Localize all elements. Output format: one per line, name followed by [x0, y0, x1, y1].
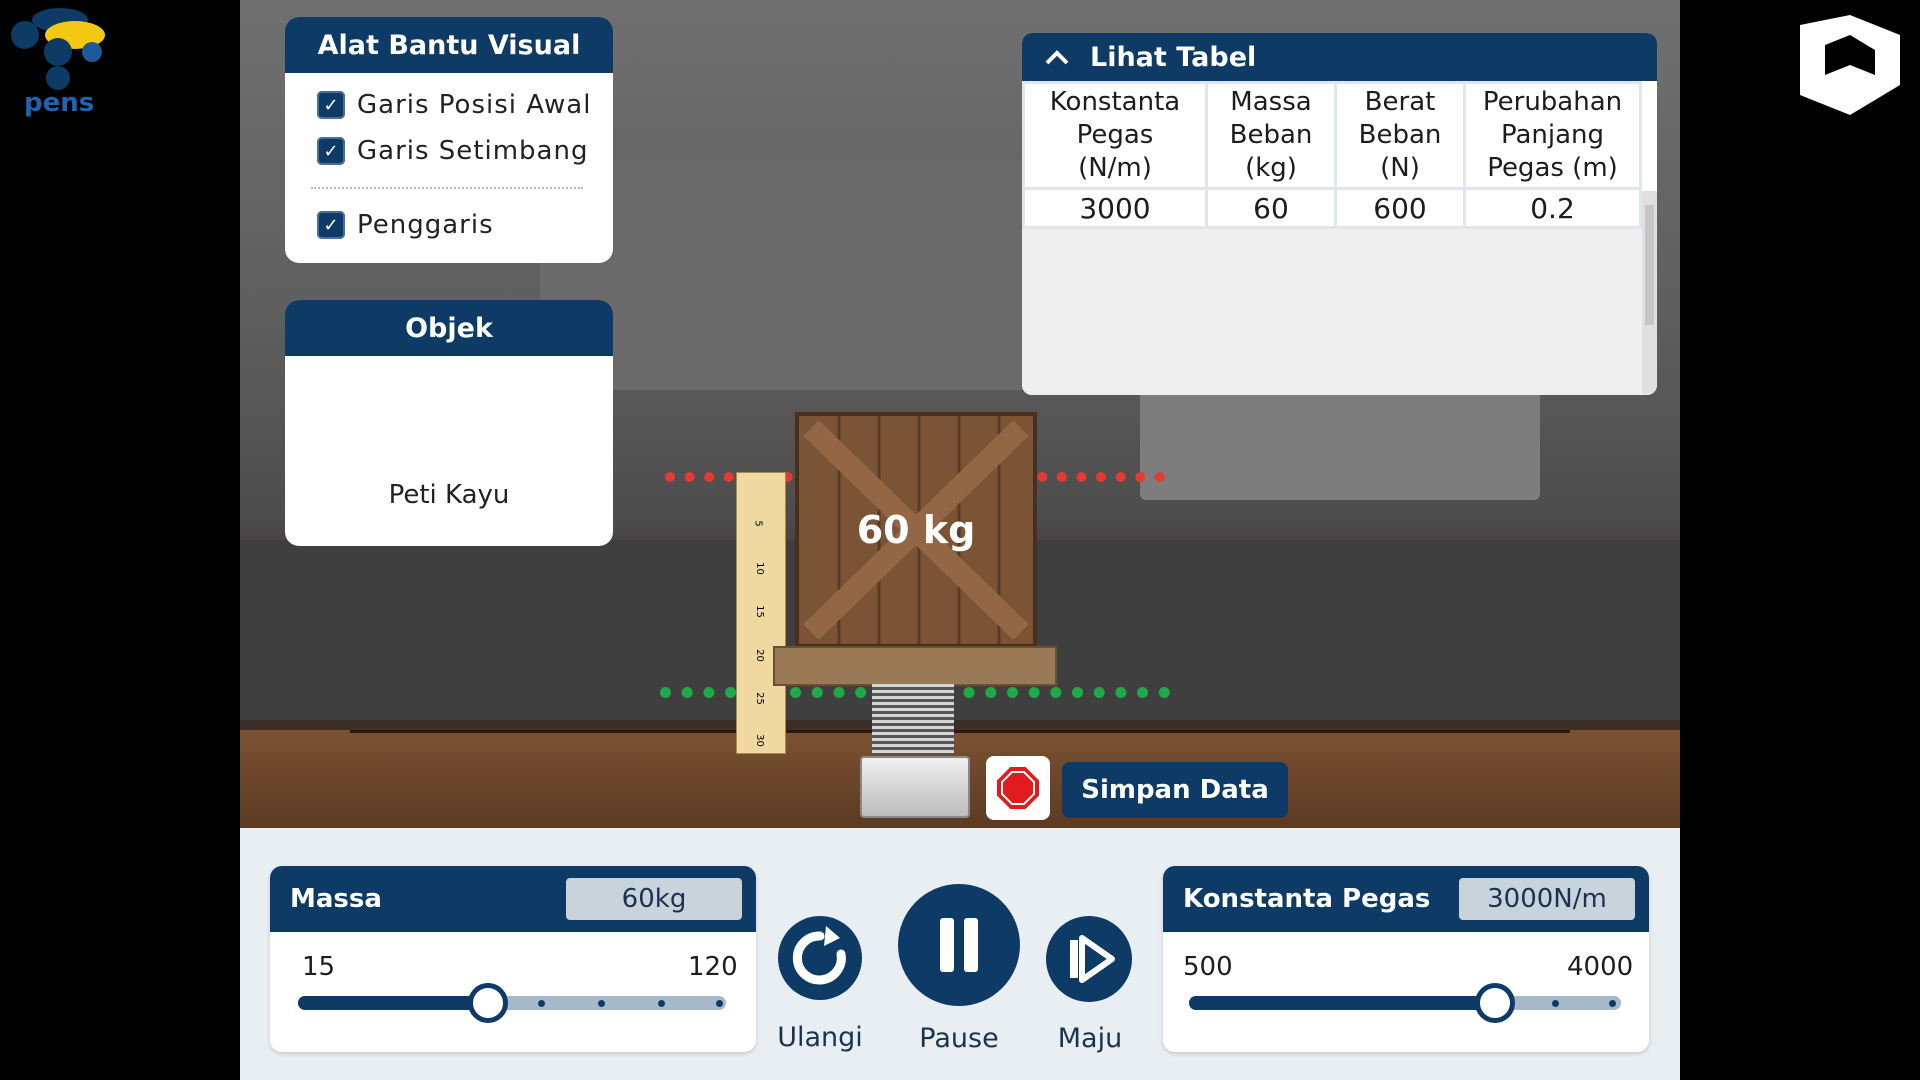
table-toggle-label: Lihat Tabel	[1090, 41, 1257, 73]
reset-icon	[792, 926, 846, 985]
slider-tick	[716, 1000, 723, 1007]
table-edge	[350, 730, 1570, 733]
table-scrollbar[interactable]	[1642, 191, 1657, 395]
spring-control-title: Konstanta Pegas	[1183, 884, 1431, 914]
wooden-crate[interactable]: 60 kg	[795, 412, 1037, 648]
spring-slider-fill	[1189, 996, 1497, 1010]
table-cell: 60	[1205, 187, 1337, 229]
checkbox-initial-position[interactable]: ✓ Garis Posisi Awal	[317, 85, 613, 125]
ruler-tick: 15	[753, 605, 765, 618]
ruler: 5 10 15 20 25 30	[736, 472, 786, 754]
ruler-tick: 5	[752, 520, 764, 527]
stop-button[interactable]	[986, 756, 1050, 820]
ruler-tick: 20	[753, 649, 765, 662]
table-header: Berat Beban (N)	[1334, 81, 1466, 190]
save-data-label: Simpan Data	[1081, 775, 1269, 805]
slider-tick	[1552, 1000, 1559, 1007]
table-cell: 600	[1334, 187, 1466, 229]
checkbox-equilibrium[interactable]: ✓ Garis Setimbang	[317, 131, 613, 171]
ruler-tick: 25	[753, 692, 765, 705]
stop-icon	[995, 765, 1041, 811]
object-panel: Objek Peti Kayu	[285, 300, 613, 546]
ruler-tick: 10	[753, 562, 765, 575]
pause-icon	[940, 918, 954, 972]
save-data-button[interactable]: Simpan Data	[1062, 762, 1288, 818]
object-panel-title: Objek	[285, 300, 613, 356]
mass-slider-fill	[298, 996, 488, 1010]
mass-control: Massa 60kg 15 120	[270, 866, 756, 1052]
spring-base	[860, 756, 970, 818]
reset-button[interactable]	[778, 916, 862, 1000]
pause-icon-bar	[964, 918, 978, 972]
checkbox-label: Penggaris	[357, 210, 494, 240]
checkmark-icon: ✓	[317, 137, 345, 165]
checkbox-label: Garis Posisi Awal	[357, 90, 592, 120]
pens-logo-text: pens	[24, 88, 95, 118]
data-table: Konstanta Pegas (N/m) Massa Beban (kg) Berat…	[1022, 81, 1642, 229]
mass-min-label: 15	[302, 952, 336, 982]
slider-tick	[598, 1000, 605, 1007]
visual-aids-panel: Alat Bantu Visual ✓ Garis Posisi Awal ✓ …	[285, 17, 613, 263]
table-header: Konstanta Pegas (N/m)	[1022, 81, 1208, 190]
table-cell: 3000	[1022, 187, 1208, 229]
visual-aids-title: Alat Bantu Visual	[285, 17, 613, 73]
forward-button[interactable]	[1046, 916, 1132, 1002]
spring-slider-knob[interactable]	[1475, 983, 1515, 1023]
pens-logo: pens	[0, 0, 130, 120]
spring	[872, 684, 954, 754]
table-toggle[interactable]: Lihat Tabel	[1022, 33, 1657, 81]
mass-control-title: Massa	[290, 884, 382, 914]
mass-slider-knob[interactable]	[468, 983, 508, 1023]
checkmark-icon: ✓	[317, 91, 345, 119]
table-empty-area	[1022, 229, 1642, 395]
checkbox-ruler[interactable]: ✓ Penggaris	[317, 205, 613, 245]
slider-tick	[1609, 1000, 1616, 1007]
spring-constant-value: 3000N/m	[1459, 878, 1635, 920]
crate-mass-label: 60 kg	[856, 508, 976, 552]
checkmark-icon: ✓	[317, 211, 345, 239]
mass-value: 60kg	[566, 878, 742, 920]
step-forward-icon	[1070, 935, 1115, 983]
divider	[311, 187, 583, 189]
slider-tick	[538, 1000, 545, 1007]
slider-tick	[658, 1000, 665, 1007]
pause-label: Pause	[919, 1023, 999, 1054]
chevron-up-icon	[1045, 50, 1069, 65]
ruler-tick: 30	[753, 734, 765, 747]
spring-min-label: 500	[1183, 952, 1233, 982]
object-option[interactable]: Peti Kayu	[285, 480, 613, 510]
spring-max-label: 4000	[1567, 952, 1634, 982]
spring-constant-control: Konstanta Pegas 3000N/m 500 4000	[1163, 866, 1649, 1052]
scrollbar-thumb[interactable]	[1645, 205, 1654, 325]
table-header: Massa Beban (kg)	[1205, 81, 1337, 190]
reset-label: Ulangi	[777, 1022, 863, 1053]
checkbox-label: Garis Setimbang	[357, 136, 589, 166]
table-cell: 0.2	[1463, 187, 1642, 229]
publisher-logo	[1790, 15, 1910, 115]
forward-label: Maju	[1057, 1023, 1123, 1054]
mass-max-label: 120	[688, 952, 738, 982]
pause-button[interactable]	[898, 884, 1020, 1006]
spring-platform	[773, 646, 1057, 686]
table-header: Perubahan Panjang Pegas (m)	[1463, 81, 1642, 190]
table-row: 3000 60 600 0.2	[1022, 187, 1642, 229]
data-table-panel: Lihat Tabel Konstanta Pegas (N/m) Massa Beb…	[1022, 33, 1657, 395]
